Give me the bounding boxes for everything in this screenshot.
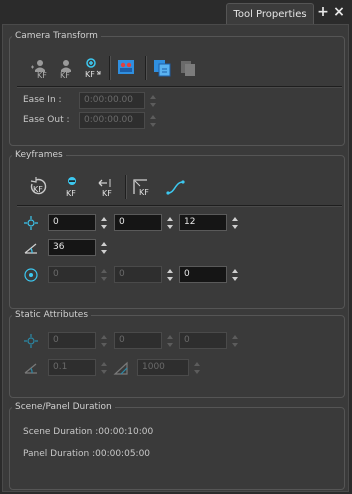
reset-keyframe-icon[interactable]: KF xyxy=(27,176,49,198)
camera-transform-group: Camera Transform xyxy=(9,31,345,146)
keyframe-angle-field[interactable]: 36 xyxy=(48,239,96,256)
ease-out-field[interactable]: 0:00:00.00 xyxy=(79,112,145,129)
static-scale-icon xyxy=(113,360,129,376)
divider xyxy=(17,205,342,207)
static-position-x-stepper[interactable] xyxy=(100,334,107,348)
svg-text:KF: KF xyxy=(33,185,43,194)
svg-text:KF: KF xyxy=(37,71,47,79)
toolbar-separator xyxy=(125,175,127,199)
remove-keyframe-icon[interactable]: KF xyxy=(61,176,83,198)
ease-in-label: Ease In : xyxy=(23,95,62,105)
static-position-icon xyxy=(23,333,39,349)
keyframe-frame-icon[interactable]: KF xyxy=(131,176,153,198)
keyframe-pivot-z-field[interactable]: 0 xyxy=(179,266,227,283)
static-position-x-field[interactable]: 0 xyxy=(48,332,96,349)
scene-panel-duration-title: Scene/Panel Duration xyxy=(15,402,112,412)
static-position-y-stepper[interactable] xyxy=(166,334,173,348)
camera-transform-title: Camera Transform xyxy=(15,31,98,41)
ease-curve-icon[interactable] xyxy=(165,176,187,198)
svg-text:KF: KF xyxy=(60,71,70,79)
static-angle-field[interactable]: 0.1 xyxy=(48,359,96,376)
angle-icon xyxy=(23,240,39,256)
add-keyframe-icon[interactable]: KF xyxy=(81,57,103,79)
divider xyxy=(17,86,342,88)
scene-duration-text: Scene Duration :00:00:10:00 xyxy=(23,427,154,437)
static-attributes-title: Static Attributes xyxy=(15,310,89,320)
keyframe-pivot-y-field[interactable]: 0 xyxy=(114,266,162,283)
panel-duration-text: Panel Duration :00:00:05:00 xyxy=(23,449,151,459)
ease-in-field[interactable]: 0:00:00.00 xyxy=(79,92,145,109)
camera-keyframe-icon[interactable]: KF xyxy=(55,57,77,79)
toolbar-separator xyxy=(145,56,147,80)
static-angle-icon xyxy=(23,360,39,376)
position-icon xyxy=(23,215,39,231)
keyframe-pivot-x-field[interactable]: 0 xyxy=(48,266,96,283)
static-scale-stepper[interactable] xyxy=(193,361,200,375)
ease-in-stepper[interactable] xyxy=(149,94,156,108)
svg-text:KF: KF xyxy=(85,70,95,79)
camera-group-icon[interactable] xyxy=(115,57,137,79)
ease-out-label: Ease Out : xyxy=(23,115,70,125)
svg-text:KF: KF xyxy=(66,189,76,198)
keyframe-position-y-stepper[interactable] xyxy=(166,216,173,230)
scene-panel-duration-group: Scene/Panel Duration xyxy=(9,402,345,490)
static-angle-stepper[interactable] xyxy=(100,361,107,375)
toolbar-separator xyxy=(109,56,111,80)
keyframe-angle-stepper[interactable] xyxy=(100,241,107,255)
tool-properties-panel: Camera Transform KF KF KF Ease In : 0:00… xyxy=(2,24,349,492)
add-tab-button[interactable]: + xyxy=(316,4,330,20)
static-attributes-group: Static Attributes xyxy=(9,310,345,398)
svg-text:KF: KF xyxy=(139,188,149,197)
keyframes-title: Keyframes xyxy=(15,150,63,160)
keyframe-position-x-stepper[interactable] xyxy=(100,216,107,230)
set-keyframe-icon[interactable]: KF xyxy=(29,57,51,79)
svg-text:KF: KF xyxy=(102,189,112,198)
keyframe-pivot-z-stepper[interactable] xyxy=(231,268,238,282)
static-position-z-field[interactable]: 0 xyxy=(179,332,227,349)
keyframe-position-x-field[interactable]: 0 xyxy=(48,214,96,231)
copy-layers-icon[interactable] xyxy=(151,57,173,79)
close-tab-button[interactable]: × xyxy=(332,4,346,20)
previous-keyframe-icon[interactable]: KF xyxy=(95,176,117,198)
ease-out-stepper[interactable] xyxy=(149,114,156,128)
tab-tool-properties[interactable]: Tool Properties xyxy=(226,3,314,24)
tab-bar: Tool Properties + × xyxy=(0,0,352,24)
layers-icon[interactable] xyxy=(177,57,199,79)
keyframe-position-z-stepper[interactable] xyxy=(231,216,238,230)
static-scale-field[interactable]: 1000 xyxy=(137,359,189,376)
static-position-y-field[interactable]: 0 xyxy=(114,332,162,349)
keyframe-pivot-y-stepper[interactable] xyxy=(166,268,173,282)
static-position-z-stepper[interactable] xyxy=(231,334,238,348)
keyframe-position-z-field[interactable]: 12 xyxy=(179,214,227,231)
keyframe-pivot-x-stepper[interactable] xyxy=(100,268,107,282)
pivot-icon xyxy=(23,267,39,283)
keyframe-position-y-field[interactable]: 0 xyxy=(114,214,162,231)
